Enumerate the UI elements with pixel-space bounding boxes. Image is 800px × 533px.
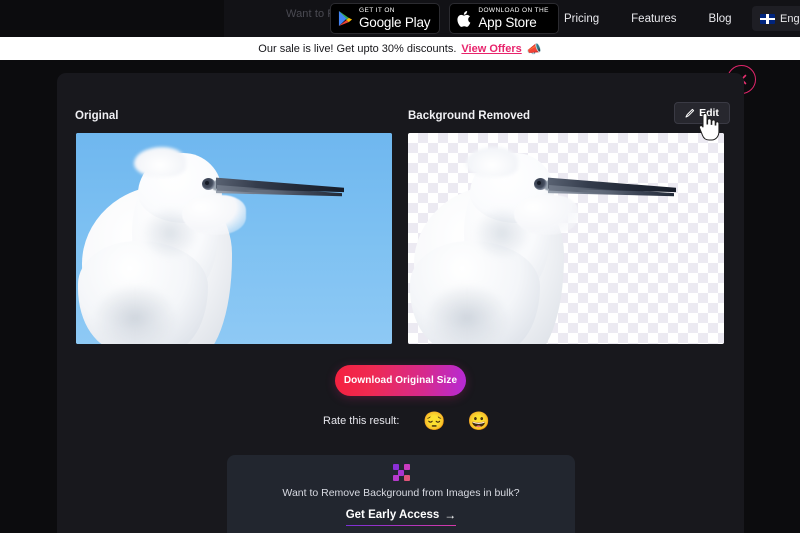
store-badge-group: GET IT ON Google Play Download on the Ap… [330, 3, 559, 34]
arrow-right-icon: → [444, 508, 457, 522]
language-selector[interactable]: English [752, 6, 800, 31]
app-store-badge-label: App Store [478, 14, 537, 30]
apple-icon [457, 10, 472, 28]
app-store-badge[interactable]: Download on the App Store [449, 3, 559, 34]
nav-link-blog[interactable]: Blog [693, 13, 748, 25]
get-early-access-link[interactable]: Get Early Access → [345, 508, 457, 526]
rate-negative-icon[interactable]: 😔 [423, 412, 445, 430]
result-modal: Original Background Removed Edit Downloa… [57, 73, 744, 533]
bulk-question-text: Want to Remove Background from Images in… [282, 487, 520, 499]
nav-link-pricing[interactable]: Pricing [548, 13, 615, 25]
google-play-badge-small: GET IT ON [359, 7, 395, 14]
bulk-early-access-card: Want to Remove Background from Images in… [227, 455, 575, 533]
edit-button[interactable]: Edit [674, 102, 730, 124]
sale-banner-text: Our sale is live! Get upto 30% discounts… [258, 42, 457, 55]
megaphone-icon: 📣 [526, 41, 542, 56]
nav-left-backdrop [0, 0, 224, 37]
background-removed-image [408, 133, 724, 344]
uk-flag-icon [760, 13, 775, 24]
sale-banner: Our sale is live! Get upto 30% discounts… [0, 37, 800, 60]
bulk-logo-icon [392, 464, 410, 481]
rate-positive-icon[interactable]: 😀 [468, 412, 490, 430]
nav-link-features[interactable]: Features [615, 13, 692, 25]
rate-result-label: Rate this result: [323, 415, 400, 427]
view-offers-link[interactable]: View Offers [461, 43, 521, 55]
language-label: English [780, 12, 800, 25]
google-play-badge[interactable]: GET IT ON Google Play [330, 3, 441, 34]
download-original-size-button[interactable]: Download Original Size [335, 365, 466, 396]
edit-button-label: Edit [699, 107, 719, 119]
egret-illustration-cutout [408, 133, 724, 344]
pencil-icon [685, 108, 695, 118]
google-play-icon [338, 10, 353, 27]
egret-illustration-original [76, 133, 392, 344]
get-early-access-label: Get Early Access [345, 509, 440, 521]
original-panel-label: Original [75, 110, 119, 122]
page-root: Want to Remove Background GET IT ON Goog… [0, 0, 800, 533]
rate-result-row: Rate this result: 😔 😀 [323, 412, 490, 430]
top-navigation-bar: Want to Remove Background GET IT ON Goog… [0, 0, 800, 37]
google-play-badge-label: Google Play [359, 14, 431, 30]
download-button-label: Download Original Size [343, 375, 458, 386]
original-image [76, 133, 392, 344]
app-store-badge-small: Download on the [478, 7, 549, 14]
removed-panel-label: Background Removed [408, 110, 531, 122]
nav-link-group: Pricing Features Blog [548, 0, 748, 37]
